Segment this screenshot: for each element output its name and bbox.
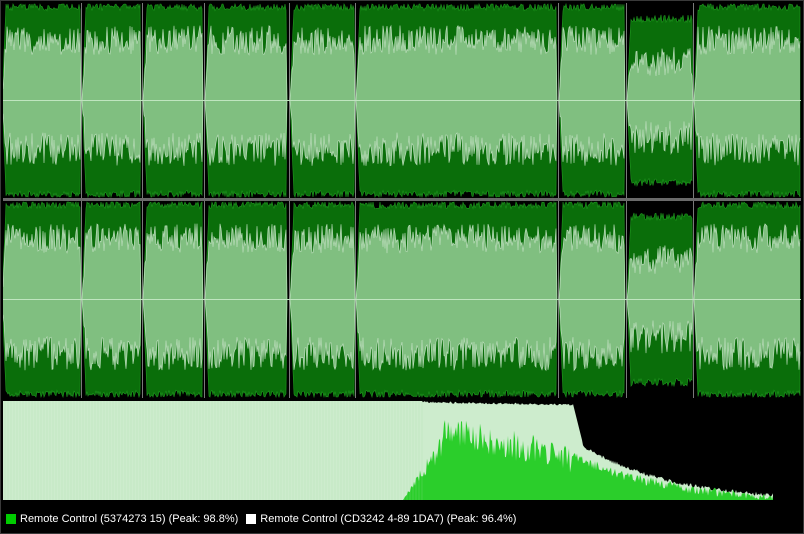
loudness-distribution-graph xyxy=(3,400,801,500)
waveform-right-svg xyxy=(3,201,801,398)
legend-label-second: Remote Control (CD3242 4-89 1DA7) (Peak:… xyxy=(260,513,517,525)
waveform-track-right-channel[interactable] xyxy=(3,201,801,398)
legend: Remote Control (5374273 15) (Peak: 98.8%… xyxy=(1,506,803,532)
legend-item-first: Remote Control (5374273 15) (Peak: 98.8%… xyxy=(6,513,238,525)
waveform-left-svg xyxy=(3,3,801,198)
legend-swatch-white xyxy=(246,514,257,524)
waveform-comparison-window: Remote Control (5374273 15) (Peak: 98.8%… xyxy=(0,0,804,534)
legend-label-first: Remote Control (5374273 15) (Peak: 98.8%… xyxy=(20,513,239,525)
legend-item-second: Remote Control (CD3242 4-89 1DA7) (Peak:… xyxy=(246,513,516,525)
waveform-track-left-channel[interactable] xyxy=(3,3,801,198)
loudness-distribution-svg xyxy=(3,401,773,500)
legend-swatch-green xyxy=(6,514,16,524)
